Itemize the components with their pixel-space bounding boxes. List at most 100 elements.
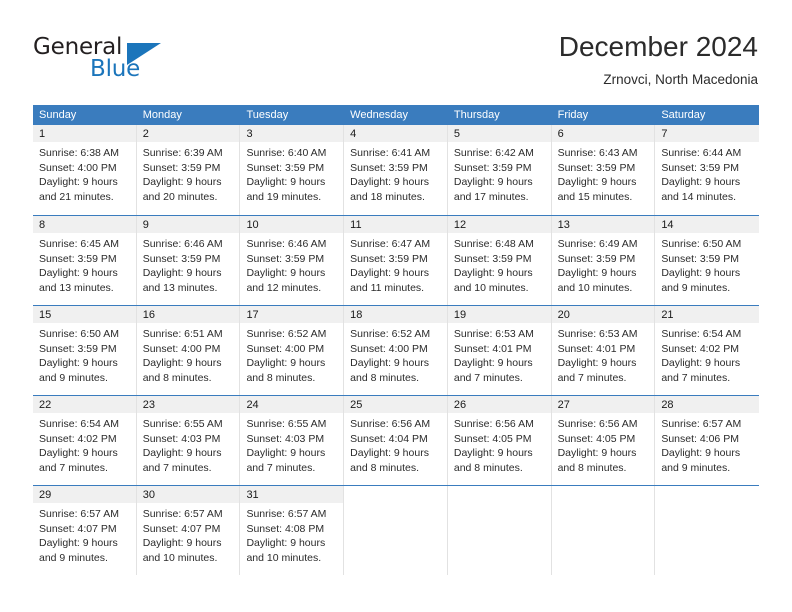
- daylight-text-line1: Daylight: 9 hours: [350, 357, 429, 370]
- day-cell-empty: [344, 486, 448, 575]
- day-cell[interactable]: 23 Sunrise: 6:55 AM Sunset: 4:03 PM Dayl…: [136, 396, 241, 485]
- day-cell[interactable]: 12 Sunrise: 6:48 AM Sunset: 3:59 PM Dayl…: [447, 216, 552, 305]
- day-cell[interactable]: 17 Sunrise: 6:52 AM Sunset: 4:00 PM Dayl…: [240, 306, 345, 395]
- sunset-text: Sunset: 3:59 PM: [39, 342, 117, 355]
- sunset-text: Sunset: 4:00 PM: [39, 161, 117, 174]
- sunrise-text: Sunrise: 6:43 AM: [557, 147, 638, 159]
- day-details: Sunrise: 6:41 AM Sunset: 3:59 PM Dayligh…: [344, 142, 448, 204]
- daylight-text-line2: and 8 minutes.: [557, 461, 627, 474]
- day-cell[interactable]: 27 Sunrise: 6:56 AM Sunset: 4:05 PM Dayl…: [551, 396, 656, 485]
- sunrise-text: Sunrise: 6:44 AM: [661, 147, 742, 159]
- day-cell[interactable]: 22 Sunrise: 6:54 AM Sunset: 4:02 PM Dayl…: [33, 396, 137, 485]
- day-cell[interactable]: 1 Sunrise: 6:38 AM Sunset: 4:00 PM Dayli…: [33, 125, 137, 215]
- day-cell[interactable]: 6 Sunrise: 6:43 AM Sunset: 3:59 PM Dayli…: [551, 125, 656, 215]
- day-cell[interactable]: 4 Sunrise: 6:41 AM Sunset: 3:59 PM Dayli…: [344, 125, 448, 215]
- brand-logo[interactable]: General Blue: [33, 34, 233, 86]
- day-details: Sunrise: 6:50 AM Sunset: 3:59 PM Dayligh…: [655, 233, 759, 295]
- day-details: Sunrise: 6:56 AM Sunset: 4:04 PM Dayligh…: [344, 413, 448, 475]
- day-details: Sunrise: 6:55 AM Sunset: 4:03 PM Dayligh…: [137, 413, 241, 475]
- sunset-text: Sunset: 4:08 PM: [246, 522, 325, 535]
- daylight-text-line1: Daylight: 9 hours: [142, 357, 222, 370]
- day-cell[interactable]: 13 Sunrise: 6:49 AM Sunset: 3:59 PM Dayl…: [551, 216, 656, 305]
- day-cell[interactable]: 15 Sunrise: 6:50 AM Sunset: 3:59 PM Dayl…: [33, 306, 137, 395]
- day-cell[interactable]: 24 Sunrise: 6:55 AM Sunset: 4:03 PM Dayl…: [240, 396, 345, 485]
- day-details: Sunrise: 6:47 AM Sunset: 3:59 PM Dayligh…: [344, 233, 448, 295]
- day-details: Sunrise: 6:56 AM Sunset: 4:05 PM Dayligh…: [552, 413, 656, 475]
- day-cell[interactable]: 7 Sunrise: 6:44 AM Sunset: 3:59 PM Dayli…: [655, 125, 760, 215]
- day-cell[interactable]: 2 Sunrise: 6:39 AM Sunset: 3:59 PM Dayli…: [136, 125, 241, 215]
- sunrise-text: Sunrise: 6:50 AM: [661, 238, 742, 250]
- daylight-text-line1: Daylight: 9 hours: [453, 176, 533, 189]
- day-cell[interactable]: 11 Sunrise: 6:47 AM Sunset: 3:59 PM Dayl…: [344, 216, 448, 305]
- daylight-text-line2: and 13 minutes.: [142, 281, 218, 294]
- sunset-text: Sunset: 4:01 PM: [453, 342, 532, 355]
- day-details: Sunrise: 6:48 AM Sunset: 3:59 PM Dayligh…: [448, 233, 552, 295]
- day-number: 19: [447, 306, 552, 323]
- sunset-text: Sunset: 3:59 PM: [39, 252, 117, 265]
- sunset-text: Sunset: 4:00 PM: [246, 342, 325, 355]
- day-details: Sunrise: 6:50 AM Sunset: 3:59 PM Dayligh…: [33, 323, 137, 385]
- daylight-text-line2: and 7 minutes.: [661, 371, 731, 384]
- daylight-text-line1: Daylight: 9 hours: [350, 267, 429, 280]
- day-cell[interactable]: 10 Sunrise: 6:46 AM Sunset: 3:59 PM Dayl…: [240, 216, 345, 305]
- daylight-text-line1: Daylight: 9 hours: [453, 447, 533, 460]
- daylight-text-line1: Daylight: 9 hours: [246, 357, 326, 370]
- daylight-text-line2: and 12 minutes.: [246, 281, 322, 294]
- day-cell[interactable]: 3 Sunrise: 6:40 AM Sunset: 3:59 PM Dayli…: [240, 125, 345, 215]
- sunrise-text: Sunrise: 6:55 AM: [142, 418, 223, 430]
- day-cell[interactable]: 5 Sunrise: 6:42 AM Sunset: 3:59 PM Dayli…: [447, 125, 552, 215]
- daylight-text-line1: Daylight: 9 hours: [350, 447, 429, 460]
- sunset-text: Sunset: 4:07 PM: [142, 522, 221, 535]
- day-cell[interactable]: 8 Sunrise: 6:45 AM Sunset: 3:59 PM Dayli…: [33, 216, 137, 305]
- day-cell[interactable]: 28 Sunrise: 6:57 AM Sunset: 4:06 PM Dayl…: [655, 396, 760, 485]
- day-details: Sunrise: 6:43 AM Sunset: 3:59 PM Dayligh…: [552, 142, 656, 204]
- day-cell[interactable]: 14 Sunrise: 6:50 AM Sunset: 3:59 PM Dayl…: [655, 216, 760, 305]
- day-cell[interactable]: 30 Sunrise: 6:57 AM Sunset: 4:07 PM Dayl…: [136, 486, 241, 575]
- day-cell[interactable]: 29 Sunrise: 6:57 AM Sunset: 4:07 PM Dayl…: [33, 486, 137, 575]
- day-cell[interactable]: 31 Sunrise: 6:57 AM Sunset: 4:08 PM Dayl…: [240, 486, 345, 575]
- sunset-text: Sunset: 4:00 PM: [350, 342, 428, 355]
- sunset-text: Sunset: 4:07 PM: [39, 522, 117, 535]
- day-number: 25: [344, 396, 448, 413]
- sunrise-text: Sunrise: 6:57 AM: [39, 508, 119, 520]
- sunrise-text: Sunrise: 6:53 AM: [557, 328, 638, 340]
- day-cell[interactable]: 25 Sunrise: 6:56 AM Sunset: 4:04 PM Dayl…: [344, 396, 448, 485]
- day-cell[interactable]: 20 Sunrise: 6:53 AM Sunset: 4:01 PM Dayl…: [551, 306, 656, 395]
- sunrise-text: Sunrise: 6:56 AM: [350, 418, 431, 430]
- daylight-text-line1: Daylight: 9 hours: [661, 176, 741, 189]
- page-header: General Blue December 2024 Zrnovci, Nort…: [0, 0, 792, 96]
- day-cell[interactable]: 19 Sunrise: 6:53 AM Sunset: 4:01 PM Dayl…: [447, 306, 552, 395]
- weekday-header-wednesday: Wednesday: [350, 109, 409, 121]
- daylight-text-line2: and 11 minutes.: [350, 281, 425, 294]
- daylight-text-line2: and 7 minutes.: [453, 371, 523, 384]
- day-details: Sunrise: 6:52 AM Sunset: 4:00 PM Dayligh…: [240, 323, 344, 385]
- day-details: Sunrise: 6:56 AM Sunset: 4:05 PM Dayligh…: [448, 413, 552, 475]
- week-row: 1 Sunrise: 6:38 AM Sunset: 4:00 PM Dayli…: [33, 125, 760, 215]
- day-cell[interactable]: 21 Sunrise: 6:54 AM Sunset: 4:02 PM Dayl…: [655, 306, 760, 395]
- day-cell[interactable]: 16 Sunrise: 6:51 AM Sunset: 4:00 PM Dayl…: [136, 306, 241, 395]
- day-details: Sunrise: 6:54 AM Sunset: 4:02 PM Dayligh…: [33, 413, 137, 475]
- day-number: 31: [240, 486, 345, 503]
- day-number: 1: [33, 125, 137, 142]
- day-number: 12: [447, 216, 552, 233]
- sunset-text: Sunset: 4:01 PM: [557, 342, 636, 355]
- weekday-header-friday: Friday: [557, 109, 589, 121]
- day-cell[interactable]: 9 Sunrise: 6:46 AM Sunset: 3:59 PM Dayli…: [136, 216, 241, 305]
- sunrise-text: Sunrise: 6:42 AM: [453, 147, 534, 159]
- sunrise-text: Sunrise: 6:49 AM: [557, 238, 638, 250]
- daylight-text-line1: Daylight: 9 hours: [39, 447, 118, 460]
- sunrise-text: Sunrise: 6:53 AM: [453, 328, 534, 340]
- daylight-text-line2: and 7 minutes.: [39, 461, 108, 474]
- daylight-text-line1: Daylight: 9 hours: [246, 176, 326, 189]
- day-cell[interactable]: 18 Sunrise: 6:52 AM Sunset: 4:00 PM Dayl…: [344, 306, 448, 395]
- weekday-header-thursday: Thursday: [453, 109, 500, 121]
- daylight-text-line1: Daylight: 9 hours: [142, 267, 222, 280]
- sunrise-text: Sunrise: 6:46 AM: [246, 238, 327, 250]
- day-details: Sunrise: 6:57 AM Sunset: 4:07 PM Dayligh…: [33, 503, 137, 565]
- daylight-text-line1: Daylight: 9 hours: [39, 357, 118, 370]
- day-cell[interactable]: 26 Sunrise: 6:56 AM Sunset: 4:05 PM Dayl…: [447, 396, 552, 485]
- sunset-text: Sunset: 3:59 PM: [246, 252, 325, 265]
- sunset-text: Sunset: 4:03 PM: [246, 432, 325, 445]
- sunrise-text: Sunrise: 6:52 AM: [350, 328, 431, 340]
- daylight-text-line2: and 7 minutes.: [246, 461, 316, 474]
